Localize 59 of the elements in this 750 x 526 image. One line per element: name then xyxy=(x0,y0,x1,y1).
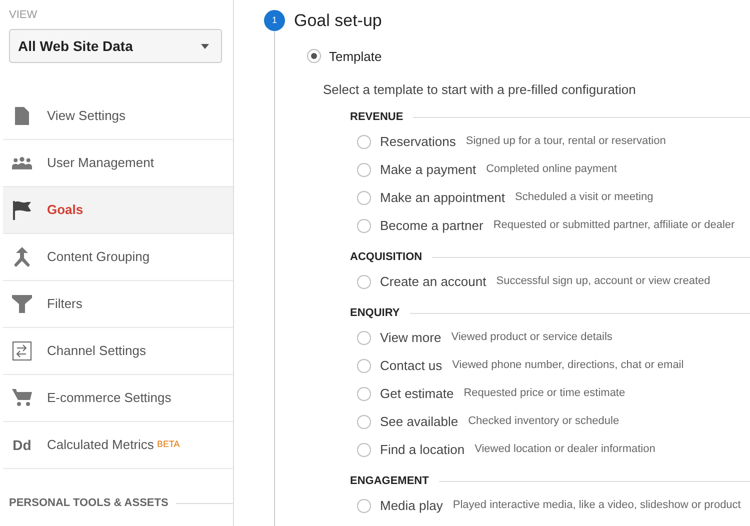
group-heading: REVENUE xyxy=(350,110,404,126)
sidebar-item[interactable]: View Settings xyxy=(3,93,233,140)
hint-text: Select a template to start with a pre-filled configuration xyxy=(323,81,637,99)
sidebar-item[interactable]: Goals xyxy=(3,187,233,234)
sidebar-item[interactable]: Content Grouping xyxy=(3,234,233,281)
option-label: Become a partner xyxy=(380,216,484,235)
radio-button[interactable] xyxy=(357,134,371,148)
radio-button[interactable] xyxy=(357,330,371,344)
option-description: Viewed product or service details xyxy=(451,330,612,346)
step-title: Goal set-up xyxy=(294,10,382,32)
option-label: See available xyxy=(380,412,458,431)
radio-button[interactable] xyxy=(357,358,371,372)
radio-button[interactable] xyxy=(357,442,371,456)
option-description: Viewed phone number, directions, chat or email xyxy=(452,358,684,374)
option-description: Signed up for a tour, rental or reservation xyxy=(466,134,666,150)
option-description: Checked inventory or schedule xyxy=(468,414,620,430)
metrics-icon: Dd xyxy=(12,435,32,455)
cart-icon xyxy=(12,388,32,408)
funnel-icon xyxy=(12,294,32,314)
radio-button[interactable] xyxy=(357,498,371,512)
section-heading: PERSONAL TOOLS & ASSETS xyxy=(9,496,168,511)
group-heading: ENQUIRY xyxy=(350,306,400,322)
option-label: Contact us xyxy=(380,356,442,375)
view-label: VIEW xyxy=(8,8,38,23)
option-label: Media play xyxy=(380,496,443,515)
sidebar-item[interactable]: Dd Calculated Metrics BETA xyxy=(3,422,233,469)
radio-button[interactable] xyxy=(357,190,371,204)
option-description: Scheduled a visit or meeting xyxy=(515,190,654,206)
option-description: Viewed location or dealer information xyxy=(474,442,656,458)
sidebar-item[interactable]: Channel Settings xyxy=(3,328,233,375)
sidebar-item[interactable]: E-commerce Settings xyxy=(3,375,233,422)
radio-button[interactable] xyxy=(357,414,371,428)
flag-icon xyxy=(12,200,32,220)
option-label: Get estimate xyxy=(380,384,454,403)
option-label: Find a location xyxy=(380,440,465,459)
option-label: View more xyxy=(380,328,442,347)
caret-icon xyxy=(201,44,209,48)
option-description: Completed online payment xyxy=(486,162,617,178)
option-label: Make a payment xyxy=(380,160,476,179)
group-heading: ACQUISITION xyxy=(350,250,422,266)
step-number: 1 xyxy=(264,10,285,32)
radio-button[interactable] xyxy=(357,218,371,232)
option-label: Create an account xyxy=(380,272,486,291)
document-icon xyxy=(12,106,32,126)
radio-button[interactable] xyxy=(307,49,321,64)
radio-button[interactable] xyxy=(357,162,371,176)
option-label: Template xyxy=(329,48,382,66)
merge-arrows-icon xyxy=(12,247,32,267)
option-description: Successful sign up, account or view created xyxy=(496,274,710,290)
sidebar-item[interactable]: Filters xyxy=(3,281,233,328)
radio-button[interactable] xyxy=(357,274,371,288)
option-description: Requested price or time estimate xyxy=(464,386,626,402)
option-description: Requested or submitted partner, affiliate or dealer xyxy=(493,218,735,234)
option-label: Reservations xyxy=(380,132,456,151)
group-heading: ENGAGEMENT xyxy=(350,474,429,490)
option-label: Make an appointment xyxy=(380,188,506,207)
option-description: Played interactive media, like a video, slideshow or product xyxy=(452,498,741,514)
radio-button[interactable] xyxy=(357,386,371,400)
view-select[interactable]: All Web Site Data xyxy=(9,29,222,63)
